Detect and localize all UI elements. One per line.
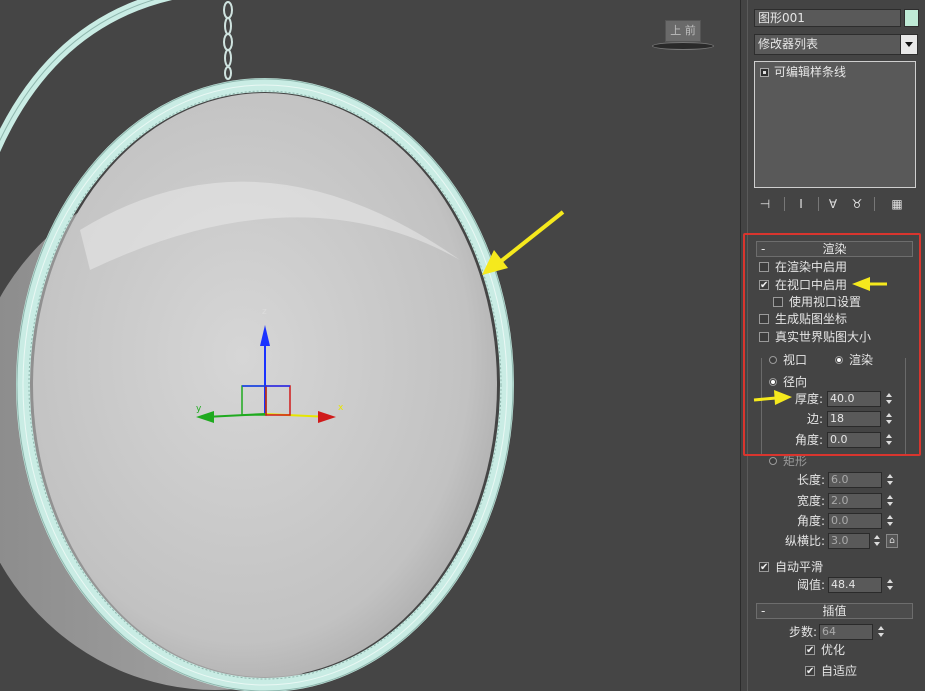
checkbox-box[interactable] xyxy=(759,560,769,576)
optimize-checkbox[interactable]: 优化 xyxy=(805,642,846,659)
checkbox-box[interactable] xyxy=(805,643,815,659)
chain xyxy=(223,1,233,80)
auto-smooth-label: 自动平滑 xyxy=(775,560,824,574)
viewcube[interactable]: 上 前 xyxy=(652,16,714,52)
adaptive-checkbox[interactable]: 自适应 xyxy=(805,663,858,680)
gizmo-x-label: x xyxy=(338,403,344,413)
interpolation-rollup-title: 插值 xyxy=(822,604,847,618)
spinner-arrows-icon[interactable] xyxy=(885,513,895,529)
width-spinner: 宽度: 2.0 xyxy=(741,493,925,509)
annotation-arrow-thickness xyxy=(753,390,792,405)
spinner-arrows-icon[interactable] xyxy=(872,533,882,549)
optimize-label: 优化 xyxy=(821,643,846,657)
annotation-arrow-viewport-checkbox xyxy=(852,277,887,291)
rectangular-label: 矩形 xyxy=(783,454,808,468)
chevron-down-icon[interactable] xyxy=(900,35,917,54)
spinner-arrows-icon[interactable] xyxy=(876,624,886,640)
collapse-icon[interactable]: - xyxy=(761,604,765,618)
steps-input[interactable]: 64 xyxy=(819,624,873,640)
spinner-arrows-icon[interactable] xyxy=(885,493,895,509)
radio-dot[interactable] xyxy=(769,457,777,465)
spinner-arrows-icon[interactable] xyxy=(885,577,895,593)
modifier-list-label: 修改器列表 xyxy=(758,37,819,51)
modifier-stack[interactable]: 可编辑样条线 xyxy=(754,61,916,188)
toolbar-divider xyxy=(818,197,819,211)
width-label: 宽度: xyxy=(796,494,825,508)
length-spinner: 长度: 6.0 xyxy=(741,472,925,488)
stack-item-editable-spline[interactable]: 可编辑样条线 xyxy=(758,65,846,80)
width-input[interactable]: 2.0 xyxy=(828,493,882,509)
rect-angle-input[interactable]: 0.0 xyxy=(828,513,882,529)
threshold-label: 阈值: xyxy=(796,578,825,592)
viewcube-face[interactable]: 上 前 xyxy=(665,20,701,42)
aspect-label: 纵横比: xyxy=(784,534,825,548)
pin-stack-icon[interactable]: ⊣ xyxy=(756,194,774,214)
threshold-spinner: 阈值: 48.4 xyxy=(741,577,925,593)
expand-icon[interactable] xyxy=(760,68,769,77)
annotation-arrow-rim xyxy=(482,210,565,275)
threshold-input[interactable]: 48.4 xyxy=(828,577,882,593)
viewport-scene xyxy=(0,0,565,691)
rect-angle-spinner: 角度: 0.0 xyxy=(741,513,925,529)
toolbar-divider xyxy=(784,197,785,211)
perspective-viewport[interactable]: z x y 上 前 xyxy=(0,0,740,691)
interpolation-rollup-header[interactable]: - 插值 xyxy=(756,603,913,619)
gizmo-y-label: y xyxy=(196,404,202,414)
show-end-result-icon[interactable]: Ⅰ xyxy=(792,194,810,214)
stack-item-label: 可编辑样条线 xyxy=(774,65,847,79)
toolbar-divider xyxy=(874,197,875,211)
viewcube-ring[interactable] xyxy=(652,42,714,50)
stack-toolbar: ⊣ Ⅰ ∀ ♉ ▦ xyxy=(754,194,918,214)
rect-angle-label: 角度: xyxy=(796,514,825,528)
configure-sets-icon[interactable]: ▦ xyxy=(888,194,906,214)
checkbox-box[interactable] xyxy=(805,664,815,680)
length-input[interactable]: 6.0 xyxy=(828,472,882,488)
aspect-input[interactable]: 3.0 xyxy=(828,533,870,549)
length-label: 长度: xyxy=(796,473,825,487)
object-color-swatch[interactable] xyxy=(904,9,919,27)
auto-smooth-checkbox[interactable]: 自动平滑 xyxy=(759,559,824,576)
adaptive-label: 自适应 xyxy=(821,664,858,678)
steps-spinner: 步数: 64 xyxy=(741,624,925,640)
spinner-arrows-icon[interactable] xyxy=(885,472,895,488)
lock-aspect-icon[interactable]: ⌂ xyxy=(886,534,898,548)
remove-modifier-icon[interactable]: ♉ xyxy=(848,194,866,214)
panel-annotations xyxy=(753,277,887,405)
object-name-field[interactable]: 图形001 xyxy=(754,9,901,27)
make-unique-icon[interactable]: ∀ xyxy=(824,194,842,214)
modifier-list-dropdown[interactable]: 修改器列表 xyxy=(754,34,918,55)
steps-label: 步数: xyxy=(788,625,817,639)
gizmo-z-label: z xyxy=(262,307,267,317)
